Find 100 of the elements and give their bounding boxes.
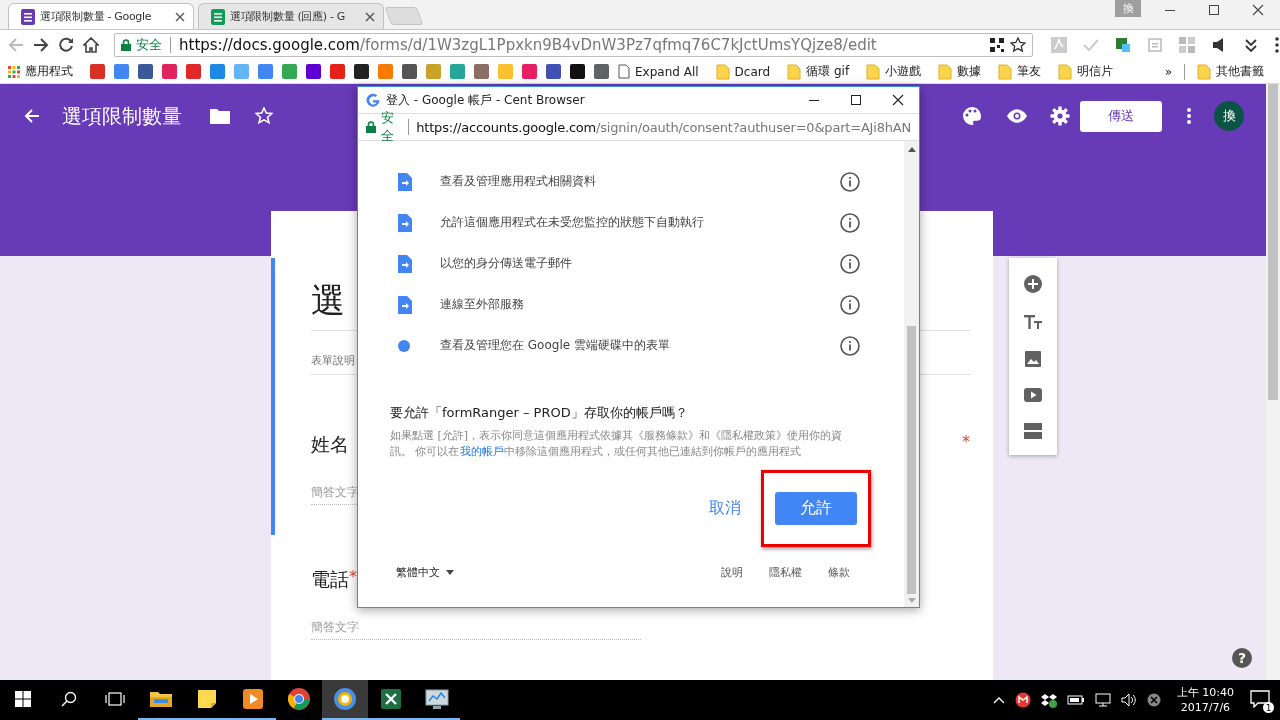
home-icon[interactable] <box>83 37 99 53</box>
section-icon[interactable] <box>1023 421 1043 440</box>
video-icon[interactable] <box>1023 386 1043 403</box>
info-icon[interactable] <box>840 212 860 233</box>
scrollbar[interactable] <box>1266 84 1280 680</box>
send-button[interactable]: 傳送 <box>1080 100 1162 132</box>
clock-time[interactable]: 上午 10:40 <box>1176 685 1234 700</box>
avatar[interactable]: 換 <box>1214 101 1244 131</box>
form-title[interactable]: 選項限制數量 <box>62 102 182 130</box>
more-icon[interactable] <box>1186 107 1192 125</box>
question-title[interactable]: 姓名 <box>311 432 349 458</box>
question-title[interactable]: 電話 <box>311 567 349 593</box>
search-icon[interactable] <box>61 691 77 707</box>
battery-icon[interactable] <box>1066 694 1085 706</box>
folder-icon[interactable] <box>149 689 173 709</box>
browser-tab[interactable]: 選項限制數量 (回應) - G <box>198 3 384 29</box>
folder-icon <box>866 63 881 80</box>
footer-link[interactable]: 隱私權 <box>769 565 802 580</box>
help-button[interactable]: ? <box>1232 648 1252 668</box>
close-icon[interactable] <box>1252 4 1264 16</box>
bookmark[interactable]: Dcard <box>715 63 771 80</box>
footer-link[interactable]: 條款 <box>828 565 850 580</box>
extension-icon[interactable] <box>1114 36 1132 54</box>
star-icon[interactable] <box>1010 37 1026 53</box>
scroll-up-icon[interactable] <box>907 147 916 152</box>
forward-icon[interactable] <box>33 37 49 53</box>
text-icon[interactable] <box>1023 312 1043 331</box>
info-icon[interactable] <box>840 171 860 192</box>
bookmark[interactable]: 小遊戲 <box>866 63 922 80</box>
scrollbar[interactable] <box>904 141 919 607</box>
bookmark-apps[interactable]: 應用程式 <box>8 63 73 80</box>
task-view-icon[interactable] <box>105 691 125 707</box>
consent-notice: 如果點選 [允許]，表示你同意這個應用程式依據其《服務條款》和《隱私權政策》使用你的資訊。 你可以在我的帳戶中移除這個應用程式，或任何其他已連結到你帳戶的應用程式 <box>390 428 844 460</box>
my-account-link[interactable]: 我的帳戶 <box>459 445 504 458</box>
permission-text: 連線至外部服務 <box>440 296 525 313</box>
folder-icon <box>998 63 1013 80</box>
chevrons-icon[interactable] <box>1242 36 1260 54</box>
info-icon[interactable] <box>840 335 860 356</box>
folder-icon <box>787 63 802 80</box>
chevron-up-icon[interactable] <box>992 696 1005 704</box>
window-title: 登入 - Google 帳戶 - Cent Browser <box>386 91 585 109</box>
network-icon[interactable] <box>1094 693 1111 707</box>
info-icon[interactable] <box>840 294 860 315</box>
eye-icon[interactable] <box>1006 108 1028 124</box>
windows-icon[interactable] <box>15 691 31 707</box>
settings-icon[interactable] <box>1050 106 1070 126</box>
close-icon[interactable] <box>175 11 185 22</box>
browser-icon[interactable] <box>333 687 357 711</box>
address-bar[interactable]: 安全 https://docs.google.com/forms/d/1W3zgL1Ppxkn9B4vDnW3Pz7qfmq76C7kJctUmsYQjze8/edit <box>114 33 1033 57</box>
bookmark[interactable]: 其他書籤 <box>1197 63 1264 80</box>
more-bookmarks[interactable]: » <box>1164 64 1172 79</box>
volume-icon[interactable] <box>1120 693 1137 707</box>
image-icon[interactable] <box>1024 349 1042 368</box>
play-icon[interactable] <box>242 688 264 710</box>
document-icon <box>398 254 412 273</box>
bookmark[interactable]: Expand All <box>618 64 699 79</box>
bookmark[interactable]: 循環 gif <box>787 63 850 80</box>
mail-app-icon[interactable] <box>1014 692 1031 708</box>
page-icon <box>618 64 630 79</box>
lock-icon <box>121 39 131 51</box>
spreadsheet-icon[interactable] <box>380 688 402 710</box>
allow-button[interactable]: 允許 <box>775 492 857 525</box>
short-answer-field: 簡答文字 <box>311 619 641 640</box>
qr-code-icon[interactable] <box>989 37 1005 53</box>
folder-icon <box>1197 63 1211 80</box>
secure-label: 安全 <box>136 36 162 54</box>
url-text: https://docs.google.com/forms/d/1W3zgL1Ppxkn9B4vDnW3Pz7qfmq76C7kJctUmsYQjze8/edit <box>179 36 878 54</box>
folder-icon <box>715 63 730 80</box>
footer-link[interactable]: 說明 <box>721 565 743 580</box>
folder-icon <box>938 63 953 80</box>
menu-icon[interactable] <box>1274 36 1280 54</box>
required-mark: * <box>962 432 970 451</box>
language-select[interactable]: 繁體中文 <box>396 565 695 580</box>
browser-tab[interactable]: 選項限制數量 - Google <box>8 3 194 29</box>
required-mark: * <box>349 567 357 586</box>
maximize-icon[interactable] <box>1208 4 1220 16</box>
permission-text: 查看及管理應用程式相關資料 <box>440 173 597 190</box>
document-icon <box>398 213 412 232</box>
add-icon[interactable] <box>1023 273 1043 294</box>
maximize-icon[interactable] <box>850 94 862 106</box>
info-icon[interactable] <box>840 253 860 274</box>
document-icon <box>21 8 35 25</box>
browser-icon[interactable] <box>287 687 311 711</box>
cancel-icon[interactable] <box>1146 693 1161 707</box>
bookmark[interactable]: 明信片 <box>1058 63 1114 80</box>
folder-icon[interactable] <box>210 108 230 124</box>
monitor-icon[interactable] <box>425 688 449 710</box>
lock-icon <box>366 121 376 133</box>
cancel-button[interactable]: 取消 <box>709 498 741 519</box>
sticky-note-icon[interactable] <box>197 689 217 709</box>
palette-icon[interactable] <box>962 106 982 126</box>
dropbox-icon[interactable] <box>1040 692 1057 708</box>
reload-icon[interactable] <box>58 37 74 53</box>
address-bar[interactable]: 安全 https://accounts.google.com/signin/oauth/consent?authuser=0&part=AJi8hAN <box>358 113 919 141</box>
close-icon[interactable] <box>365 11 375 22</box>
close-icon[interactable] <box>892 94 904 106</box>
bookmark[interactable]: 數據 <box>938 63 982 80</box>
clock-date[interactable]: 2017/7/6 <box>1176 700 1234 715</box>
folder-icon <box>1058 63 1073 80</box>
bookmark[interactable]: 筆友 <box>998 63 1042 80</box>
